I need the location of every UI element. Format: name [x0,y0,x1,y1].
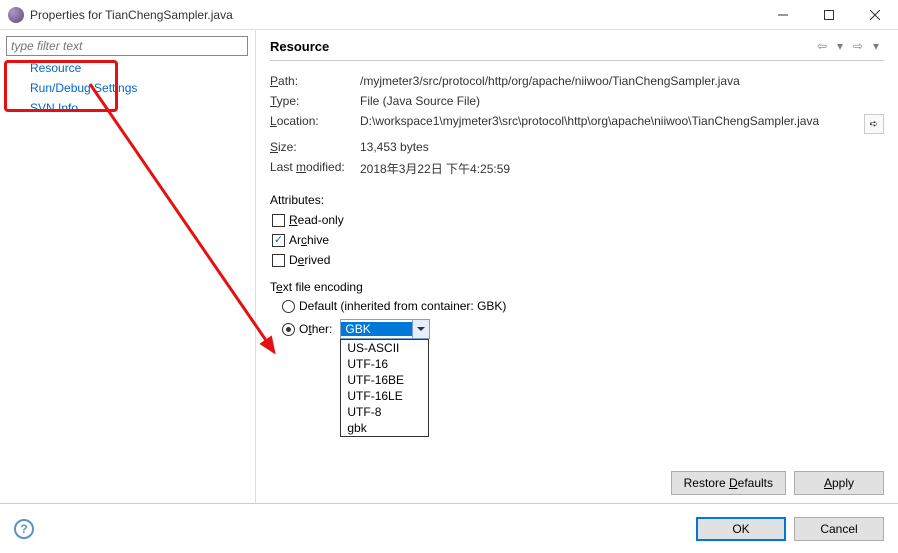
minimize-button[interactable] [760,0,806,29]
modified-label: Last modified: [270,160,360,174]
dropdown-item[interactable]: UTF-16LE [341,388,428,404]
dropdown-item[interactable]: UTF-8 [341,404,428,420]
filter-input[interactable] [6,36,248,56]
restore-defaults-button[interactable]: Restore Defaults [671,471,786,495]
encoding-dropdown: US-ASCII UTF-16 UTF-16BE UTF-16LE UTF-8 … [340,339,429,437]
archive-label: Archive [289,233,329,247]
encoding-combo-value: GBK [341,322,412,336]
dropdown-item[interactable]: gbk [341,420,428,436]
attributes-section: Attributes: Read-only Archive Derived [270,190,884,270]
main-panel: Resource ⇦ ▾ ⇨ ▾ Path: /myjmeter3/src/pr… [256,30,898,503]
default-encoding-radio[interactable] [282,300,295,313]
location-label: Location: [270,114,360,128]
default-encoding-label: Default (inherited from container: GBK) [299,299,506,313]
readonly-checkbox[interactable] [272,214,285,227]
help-icon[interactable]: ? [14,519,34,539]
sidebar: Resource Run/Debug Settings SVN Info [0,30,256,503]
readonly-label: Read-only [289,213,344,227]
sidebar-item-resource[interactable]: Resource [0,58,255,78]
path-value: /myjmeter3/src/protocol/http/org/apache/… [360,74,884,88]
close-button[interactable] [852,0,898,29]
sidebar-item-run-debug[interactable]: Run/Debug Settings [0,78,255,98]
attributes-label: Attributes: [270,193,324,207]
ok-button[interactable]: OK [696,517,786,541]
type-label: Type: [270,94,360,108]
size-label: Size: [270,140,360,154]
maximize-button[interactable] [806,0,852,29]
window-controls [760,0,898,29]
dropdown-item[interactable]: US-ASCII [341,340,428,356]
encoding-combo[interactable]: GBK [340,319,430,339]
type-value: File (Java Source File) [360,94,884,108]
path-label: Path: [270,74,360,88]
content: Resource Run/Debug Settings SVN Info Res… [0,30,898,503]
main-buttons: Restore Defaults Apply [671,471,884,495]
edit-location-icon[interactable]: ➪ [864,114,884,134]
other-encoding-label: Other: [299,322,332,336]
footer: ? OK Cancel [0,503,898,553]
back-menu-icon[interactable]: ▾ [832,38,848,54]
window-title: Properties for TianChengSampler.java [30,8,760,22]
derived-checkbox[interactable] [272,254,285,267]
app-icon [8,7,24,23]
nav-arrows: ⇦ ▾ ⇨ ▾ [814,38,884,54]
forward-menu-icon[interactable]: ▾ [868,38,884,54]
encoding-group: Text file encoding Default (inherited fr… [270,278,884,342]
cancel-button[interactable]: Cancel [794,517,884,541]
dropdown-item[interactable]: UTF-16BE [341,372,428,388]
page-title: Resource [270,39,814,54]
size-value: 13,453 bytes [360,140,884,154]
main-header: Resource ⇦ ▾ ⇨ ▾ [270,38,884,61]
sidebar-item-svn-info[interactable]: SVN Info [0,98,255,118]
chevron-down-icon[interactable] [412,320,429,338]
dropdown-item[interactable]: UTF-16 [341,356,428,372]
back-icon[interactable]: ⇦ [814,38,830,54]
location-value: D:\workspace1\myjmeter3\src\protocol\htt… [360,114,860,128]
titlebar: Properties for TianChengSampler.java [0,0,898,30]
forward-icon[interactable]: ⇨ [850,38,866,54]
encoding-group-label: Text file encoding [270,278,884,296]
apply-button[interactable]: Apply [794,471,884,495]
derived-label: Derived [289,253,330,267]
modified-value: 2018年3月22日 下午4:25:59 [360,160,884,177]
archive-checkbox[interactable] [272,234,285,247]
other-encoding-radio[interactable] [282,323,295,336]
